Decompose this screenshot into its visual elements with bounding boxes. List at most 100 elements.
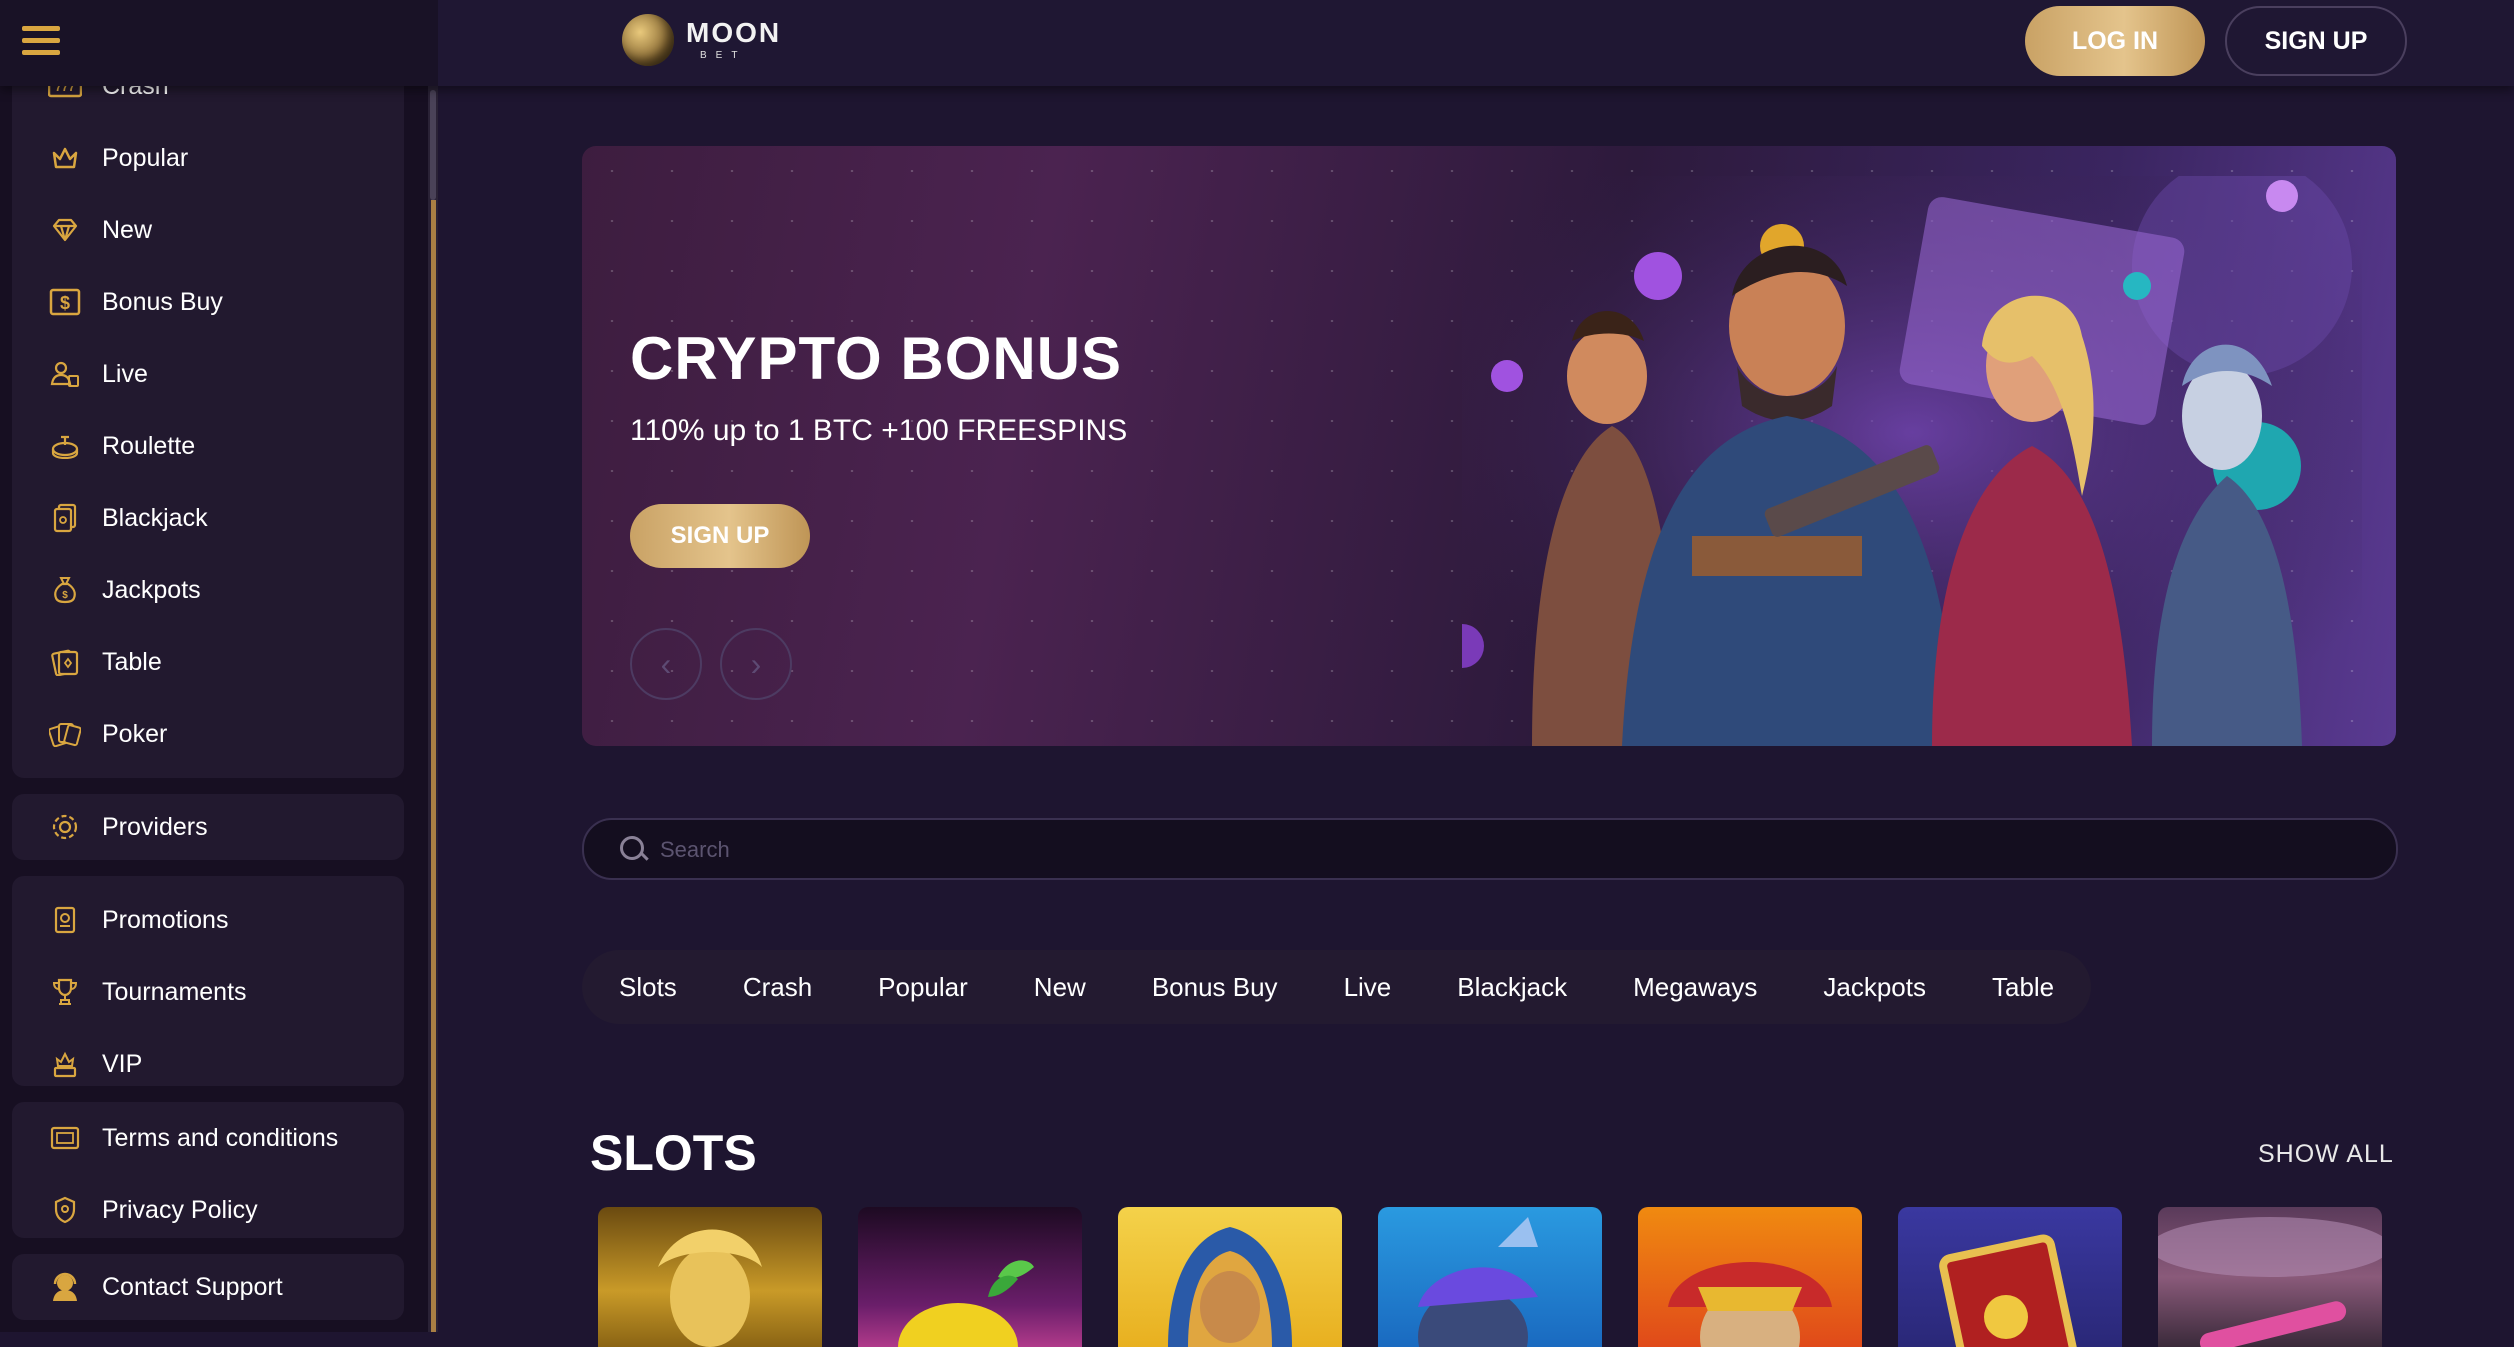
sidebar-item-terms[interactable]: Terms and conditions [12,1108,404,1168]
search-input[interactable] [658,820,2362,880]
tab-popular[interactable]: Popular [845,950,1001,1024]
hamburger-icon [22,26,60,31]
sidebar-item-contact-support[interactable]: Contact Support [12,1257,404,1317]
sidebar-item-label: Jackpots [102,575,201,604]
sidebar-item-jackpots[interactable]: $ Jackpots [12,560,404,620]
tab-bonus-buy[interactable]: Bonus Buy [1119,950,1311,1024]
sidebar-item-vip[interactable]: VIP [12,1034,404,1094]
tab-jackpots[interactable]: Jackpots [1790,950,1959,1024]
banner-signup-button[interactable]: SIGN UP [630,504,810,568]
sidebar-item-providers[interactable]: Providers [12,797,404,857]
game-thumbnail [2158,1217,2382,1347]
sidebar-item-label: Popular [102,143,189,172]
top-bar: MOON BET LOG IN SIGN UP [0,0,2514,86]
sidebar-item-label: Blackjack [102,503,208,532]
svg-text:$: $ [62,590,68,601]
banner-title: CRYPTO BONUS [630,325,1123,392]
game-thumbnail [898,1260,1034,1347]
game-thumbnail [1939,1234,2079,1347]
sidebar-item-roulette[interactable]: Roulette [12,416,404,476]
money-bag-icon: $ [48,573,82,607]
promo-banner[interactable]: CRYPTO BONUS 110% up to 1 BTC +100 FREES… [582,146,2396,746]
signup-button[interactable]: SIGN UP [2225,6,2407,76]
game-card[interactable] [1638,1207,1862,1347]
sidebar-promo-group: Promotions Tournaments VIP [12,876,404,1086]
banner-next-button[interactable]: › [720,628,792,700]
game-card[interactable] [2158,1207,2382,1347]
sidebar-item-popular[interactable]: Popular [12,128,404,188]
game-card[interactable] [1378,1207,1602,1347]
svg-text:$: $ [60,293,70,313]
tab-table[interactable]: Table [1959,950,2087,1024]
search-bar[interactable] [582,818,2398,880]
sidebar-item-label: Table [102,647,162,676]
tab-new[interactable]: New [1001,950,1119,1024]
game-thumbnail [1668,1262,1832,1347]
hamburger-icon-line [22,50,60,55]
game-card[interactable] [598,1207,822,1347]
login-button[interactable]: LOG IN [2025,6,2205,76]
tab-slots[interactable]: Slots [586,950,710,1024]
chevron-left-icon: ‹ [660,645,672,682]
sidebar: 777 Crash Popular New $ Bonus Buy [0,72,430,1332]
sidebar-games-group: 777 Crash Popular New $ Bonus Buy [12,72,404,778]
logo-subtitle: BET [700,50,747,61]
hamburger-icon-line [22,38,60,43]
banner-subtitle: 110% up to 1 BTC +100 FREESPINS [630,414,1128,447]
table-icon [48,645,82,679]
roulette-icon [48,429,82,463]
sidebar-item-label: Tournaments [102,977,247,1006]
sidebar-item-label: Privacy Policy [102,1195,258,1224]
sidebar-accent-line [431,200,436,1332]
sidebar-item-label: Bonus Buy [102,287,223,316]
promo-icon [48,903,82,937]
cards-icon [48,501,82,535]
sidebar-item-poker[interactable]: Poker [12,704,404,764]
search-icon [620,836,644,860]
sidebar-item-label: Poker [102,719,168,748]
banner-prev-button[interactable]: ‹ [630,628,702,700]
crown-icon [48,141,82,175]
game-card[interactable] [1118,1207,1342,1347]
tab-crash[interactable]: Crash [710,950,845,1024]
tab-live[interactable]: Live [1311,950,1425,1024]
trophy-icon [48,975,82,1009]
sidebar-item-live[interactable]: Live [12,344,404,404]
logo-title: MOON [686,17,782,48]
sidebar-item-label: Roulette [102,431,196,460]
tab-megaways[interactable]: Megaways [1600,950,1790,1024]
game-card[interactable] [858,1207,1082,1347]
chevron-right-icon: › [750,645,762,682]
terms-icon [48,1121,82,1155]
dealer-icon [48,357,82,391]
gear-icon [48,810,82,844]
sidebar-item-label: Promotions [102,905,229,934]
sidebar-item-blackjack[interactable]: Blackjack [12,488,404,548]
sidebar-item-tournaments[interactable]: Tournaments [12,962,404,1022]
game-thumbnail [1168,1227,1292,1347]
game-card[interactable] [1898,1207,2122,1347]
sidebar-item-label: New [102,215,153,244]
poker-icon [48,717,82,751]
menu-button[interactable] [0,0,438,86]
sidebar-item-new[interactable]: New [12,200,404,260]
sidebar-item-label: Providers [102,812,208,841]
tab-blackjack[interactable]: Blackjack [1424,950,1600,1024]
sidebar-item-label: Terms and conditions [102,1123,339,1152]
sidebar-item-label: Contact Support [102,1272,283,1301]
category-tabs: Slots Crash Popular New Bonus Buy Live B… [582,950,2092,1024]
logo[interactable]: MOON BET [622,14,781,66]
sidebar-item-bonus-buy[interactable]: $ Bonus Buy [12,272,404,332]
sidebar-item-promotions[interactable]: Promotions [12,890,404,950]
sidebar-item-label: VIP [102,1049,143,1078]
shield-icon [48,1193,82,1227]
show-all-link[interactable]: SHOW ALL [2258,1140,2394,1169]
vip-icon [48,1047,82,1081]
sidebar-item-table[interactable]: Table [12,632,404,692]
sidebar-legal-group: Terms and conditions Privacy Policy [12,1102,404,1238]
sidebar-support-group: Contact Support [12,1254,404,1320]
sidebar-item-label: Live [102,359,148,388]
slots-section-title: SLOTS [590,1125,757,1181]
sidebar-item-privacy[interactable]: Privacy Policy [12,1180,404,1240]
sidebar-scrollbar-thumb[interactable] [430,90,436,200]
